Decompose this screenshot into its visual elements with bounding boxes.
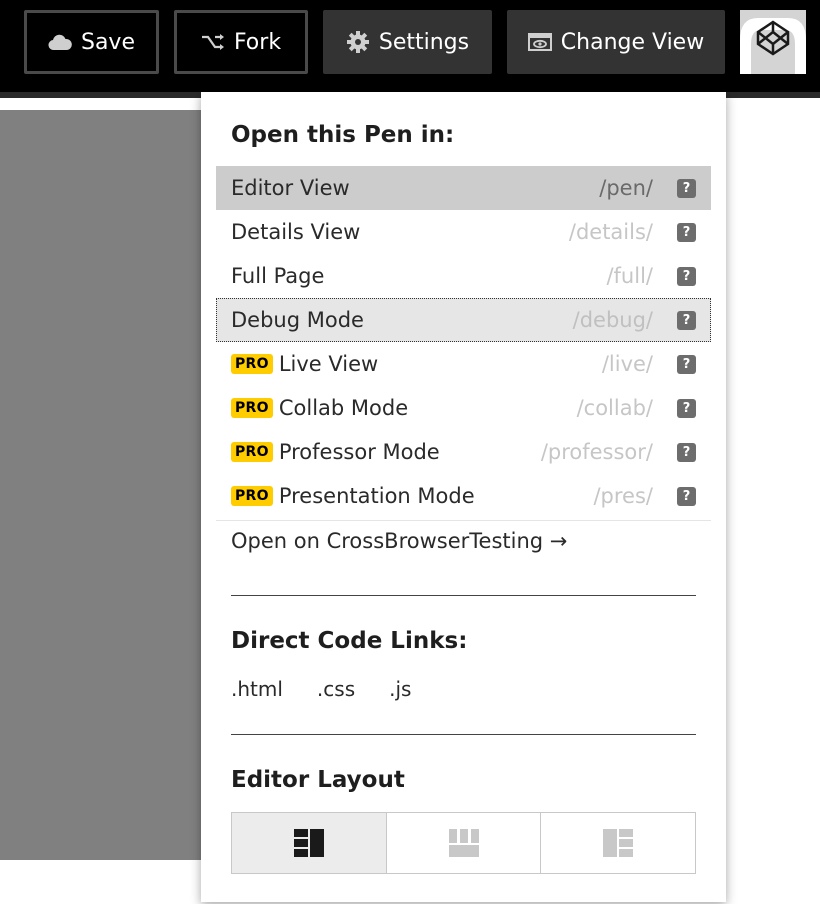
- view-name-group: PRO Presentation Mode: [231, 484, 593, 508]
- preview-area: [0, 110, 205, 860]
- top-layout-icon: [448, 829, 479, 857]
- change-view-label: Change View: [560, 29, 705, 55]
- avatar[interactable]: [740, 10, 806, 74]
- css-link[interactable]: .css: [317, 677, 355, 701]
- view-name-group: PRO Professor Mode: [231, 440, 541, 464]
- js-link[interactable]: .js: [389, 677, 411, 701]
- divider: [231, 734, 696, 735]
- direct-code-heading: Direct Code Links:: [231, 628, 468, 654]
- view-name: Full Page: [231, 264, 325, 288]
- pro-badge: PRO: [231, 486, 273, 506]
- view-name: Presentation Mode: [278, 484, 475, 508]
- view-row-editor[interactable]: Editor View /pen/ ?: [216, 166, 711, 210]
- view-list: Editor View /pen/ ? Details View /detail…: [216, 166, 711, 518]
- help-icon[interactable]: ?: [677, 442, 696, 462]
- layout-top-button[interactable]: [387, 813, 542, 873]
- cloud-icon: [48, 34, 72, 50]
- layout-right-button[interactable]: [541, 813, 695, 873]
- change-view-button[interactable]: Change View: [507, 10, 725, 74]
- help-icon[interactable]: ?: [677, 222, 696, 242]
- divider: [231, 595, 696, 596]
- left-layout-icon: [293, 829, 324, 857]
- view-path: /live/: [601, 352, 653, 376]
- view-row-full-page[interactable]: Full Page /full/ ?: [216, 254, 711, 298]
- fork-button[interactable]: Fork: [174, 10, 308, 74]
- view-path: /pres/: [593, 484, 653, 508]
- help-icon[interactable]: ?: [677, 266, 696, 286]
- crossbrowsertesting-link[interactable]: Open on CrossBrowserTesting →: [216, 520, 711, 564]
- fork-icon: [201, 33, 225, 51]
- top-toolbar: Save Fork Settings Change View: [0, 0, 820, 92]
- view-name: Professor Mode: [278, 440, 440, 464]
- layout-left-button[interactable]: [232, 813, 387, 873]
- view-name-group: PRO Collab Mode: [231, 396, 577, 420]
- view-path: /full/: [606, 264, 653, 288]
- view-path: /collab/: [576, 396, 653, 420]
- change-view-dropdown: Open this Pen in: Editor View /pen/ ? De…: [201, 92, 726, 902]
- help-icon[interactable]: ?: [677, 398, 696, 418]
- layout-selector: [231, 812, 696, 874]
- editor-layout-heading: Editor Layout: [231, 767, 405, 793]
- view-row-debug[interactable]: Debug Mode /debug/ ?: [216, 298, 711, 342]
- view-path: /pen/: [599, 176, 653, 200]
- view-path: /details/: [568, 220, 653, 244]
- pro-badge: PRO: [231, 398, 273, 418]
- html-link[interactable]: .html: [231, 677, 283, 701]
- codepen-logo-icon: [740, 10, 806, 74]
- view-path: /debug/: [572, 308, 653, 332]
- view-name: Details View: [231, 220, 361, 244]
- fork-label: Fork: [233, 29, 282, 55]
- help-icon[interactable]: ?: [677, 178, 696, 198]
- view-row-live[interactable]: PRO Live View /live/ ?: [216, 342, 711, 386]
- view-name: Live View: [278, 352, 379, 376]
- code-links: .html .css .js: [231, 677, 411, 701]
- view-row-collab[interactable]: PRO Collab Mode /collab/ ?: [216, 386, 711, 430]
- pro-badge: PRO: [231, 354, 273, 374]
- help-icon[interactable]: ?: [677, 486, 696, 506]
- open-pen-heading: Open this Pen in:: [231, 122, 455, 148]
- window-view-icon: [527, 33, 552, 51]
- pro-badge: PRO: [231, 442, 273, 462]
- view-name-group: PRO Live View: [231, 352, 602, 376]
- view-row-presentation[interactable]: PRO Presentation Mode /pres/ ?: [216, 474, 711, 518]
- view-name: Debug Mode: [231, 308, 364, 332]
- help-icon[interactable]: ?: [677, 354, 696, 374]
- settings-button[interactable]: Settings: [323, 10, 492, 74]
- help-icon[interactable]: ?: [677, 310, 696, 330]
- save-button[interactable]: Save: [24, 10, 159, 74]
- gear-icon: [346, 30, 370, 54]
- save-label: Save: [80, 29, 135, 55]
- view-row-professor[interactable]: PRO Professor Mode /professor/ ?: [216, 430, 711, 474]
- right-layout-icon: [603, 829, 634, 857]
- view-name: Collab Mode: [278, 396, 409, 420]
- settings-label: Settings: [378, 29, 470, 55]
- view-path: /professor/: [540, 440, 653, 464]
- view-row-details[interactable]: Details View /details/ ?: [216, 210, 711, 254]
- view-name: Editor View: [231, 176, 350, 200]
